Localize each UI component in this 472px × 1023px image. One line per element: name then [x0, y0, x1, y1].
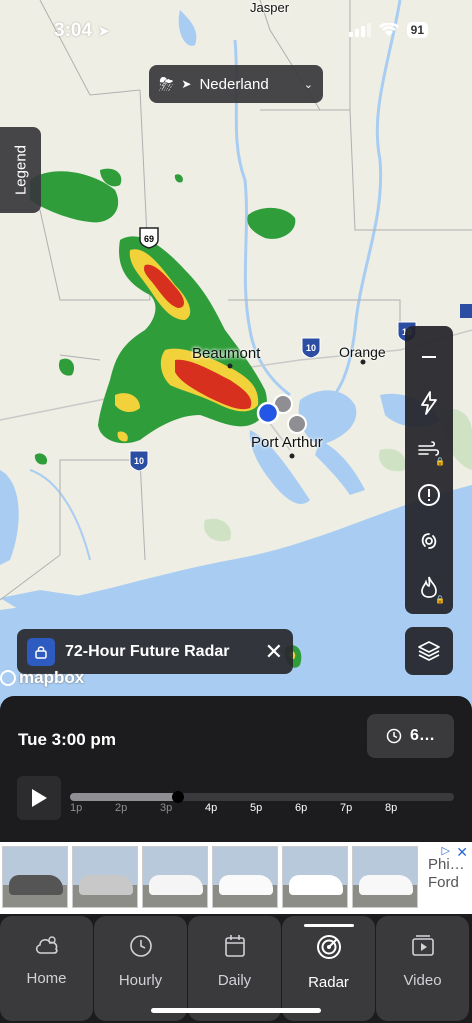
legend-tab[interactable]: Legend — [0, 127, 41, 213]
nav-item-video[interactable]: Video — [376, 916, 469, 1021]
wifi-icon — [378, 23, 399, 36]
radar-timeline-panel: Tue 3:00 pm 6… 1p 2p 3p 4p 5p 6p 7p 8p — [0, 696, 472, 842]
cloud-icon — [35, 936, 58, 954]
signal-icon — [348, 23, 371, 37]
legend-label: Legend — [12, 144, 29, 196]
time-range-label: 6… — [410, 727, 435, 744]
city-label-orange: Orange — [339, 344, 386, 360]
ad-advertiser-name: Phi… Ford — [428, 856, 465, 891]
close-icon[interactable]: ✕ — [265, 639, 283, 665]
ad-car-image — [72, 846, 138, 908]
mapbox-wordmark: mapbox — [19, 668, 85, 687]
nav-label-radar: Radar — [308, 974, 349, 991]
location-name: Nederland — [199, 75, 269, 93]
ad-banner[interactable]: Phi… Ford ▷ ✕ — [0, 842, 472, 914]
nav-label-daily: Daily — [217, 972, 252, 989]
timeline-tick-label: 3p — [160, 802, 173, 814]
lock-icon: 🔒 — [435, 457, 445, 466]
clock-icon — [386, 728, 402, 744]
chevron-down-icon: ⌄ — [303, 78, 313, 91]
map-layers-button[interactable] — [405, 627, 453, 675]
ad-car-image — [352, 846, 418, 908]
timeline-tick-label: 8p — [385, 802, 398, 814]
timeline-tick-label: 4p — [205, 802, 218, 814]
lock-icon: 🔒 — [435, 595, 445, 604]
status-bar: 3:04 ➤ 91 — [0, 0, 472, 62]
collapse-toolbar-button[interactable] — [405, 334, 453, 380]
future-radar-label: 72-Hour Future Radar — [65, 642, 230, 660]
i10-label: 10 — [306, 343, 316, 353]
lightning-icon — [421, 391, 437, 415]
fire-layer-button[interactable]: 🔒 — [405, 564, 453, 610]
lock-badge — [27, 637, 55, 666]
battery-indicator: 91 — [406, 22, 428, 38]
timeline-tick-label: 2p — [115, 802, 128, 814]
timeline-progress — [70, 793, 178, 801]
clock-icon — [129, 935, 152, 957]
calendar-icon — [224, 935, 245, 957]
nav-label-video: Video — [403, 972, 442, 989]
mapbox-attribution[interactable]: mapbox — [0, 668, 84, 688]
nav-item-daily[interactable]: Daily — [188, 916, 281, 1021]
hurricane-layer-button[interactable] — [405, 518, 453, 564]
wind-layer-button[interactable]: 🔒 — [405, 426, 453, 472]
timeline-tick-label: 1p — [70, 802, 83, 814]
lock-icon — [35, 645, 47, 659]
ad-car-image — [282, 846, 348, 908]
location-selector[interactable]: ⛈ ➤ Nederland ⌄ — [149, 65, 323, 103]
radar-icon — [316, 935, 341, 959]
video-icon — [411, 935, 434, 956]
thunderstorm-icon: ⛈ — [159, 73, 174, 94]
alert-icon — [418, 484, 440, 506]
status-time: 3:04 ➤ — [54, 20, 110, 41]
ad-car-image — [142, 846, 208, 908]
ad-car-image — [2, 846, 68, 908]
i10-label-2: 10 — [134, 456, 144, 466]
hurricane-icon — [421, 533, 437, 549]
alerts-layer-button[interactable] — [405, 472, 453, 518]
wind-icon — [418, 441, 440, 456]
status-icons: 91 — [348, 22, 428, 38]
ad-info-icon[interactable]: ▷ — [442, 844, 450, 857]
timeline-thumb[interactable] — [171, 791, 184, 803]
current-frame-time: Tue 3:00 pm — [18, 730, 116, 749]
bottom-navigation: Home Hourly Daily Radar Video — [0, 914, 472, 1023]
nav-label-home: Home — [26, 970, 67, 987]
nav-label-hourly: Hourly — [118, 972, 163, 989]
us69-label: 69 — [144, 234, 154, 244]
ad-close-icon[interactable]: ✕ — [456, 844, 468, 861]
current-location-dot — [256, 401, 280, 425]
timeline-tick-label: 6p — [295, 802, 308, 814]
minus-icon — [422, 356, 436, 358]
nearby-marker-2 — [287, 414, 307, 434]
city-label-beaumont: Beaumont — [192, 345, 261, 362]
radar-map[interactable]: 69 10 10 10 Jasper Beaumont Orange Port … — [0, 0, 472, 720]
timeline-tick-label: 5p — [250, 802, 263, 814]
nav-item-radar[interactable]: Radar — [282, 916, 375, 1021]
play-icon — [32, 789, 47, 807]
timeline-tick-label: 7p — [340, 802, 353, 814]
city-label-port-arthur: Port Arthur — [251, 434, 323, 451]
map-layer-toolbar: 🔒 🔒 — [405, 326, 453, 614]
ad-car-image — [212, 846, 278, 908]
play-button[interactable] — [17, 776, 61, 820]
timeline-slider[interactable] — [70, 791, 454, 803]
nav-item-home[interactable]: Home — [0, 916, 93, 1021]
mapbox-logo-icon — [0, 670, 16, 686]
navigation-arrow-icon: ➤ — [181, 77, 192, 91]
home-indicator — [151, 1008, 321, 1013]
nav-item-hourly[interactable]: Hourly — [94, 916, 187, 1021]
time-range-button[interactable]: 6… — [367, 714, 454, 758]
location-arrow-icon: ➤ — [97, 23, 110, 40]
lightning-layer-button[interactable] — [405, 380, 453, 426]
layers-icon — [418, 641, 440, 661]
